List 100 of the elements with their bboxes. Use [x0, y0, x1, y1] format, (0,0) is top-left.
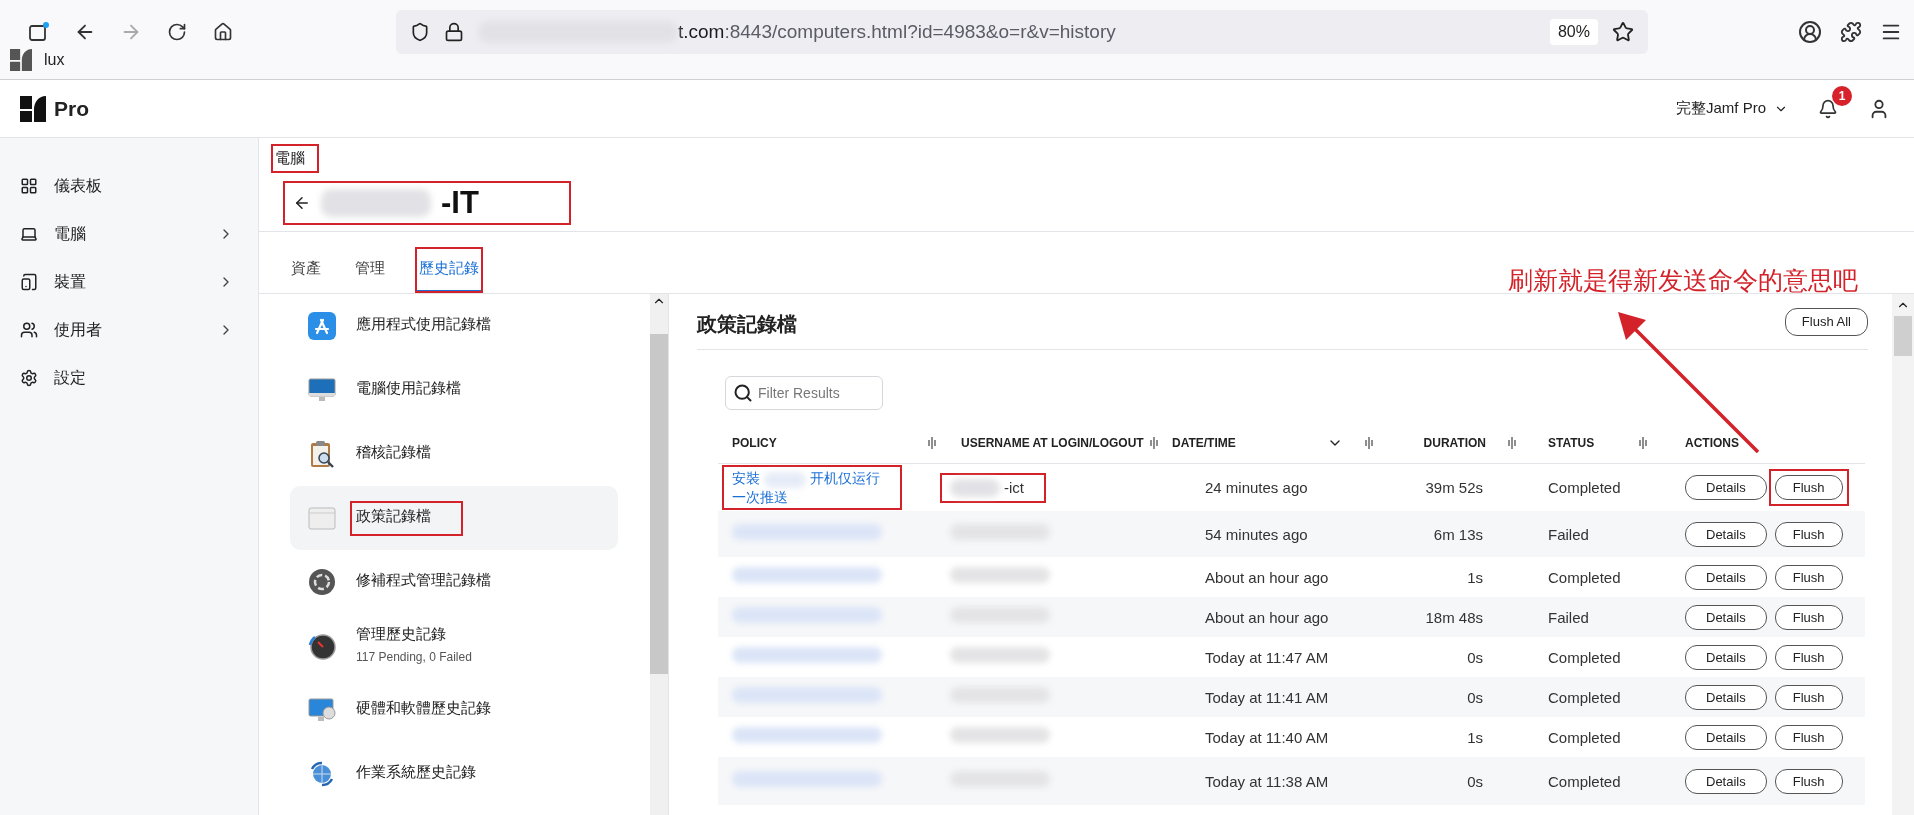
- status-cell-text: Completed: [1547, 728, 1622, 746]
- flush-button[interactable]: Flush: [1774, 564, 1843, 590]
- item-label: 修補程式管理記錄檔: [356, 570, 491, 590]
- flush-button[interactable]: Flush: [1774, 684, 1843, 710]
- column-header[interactable]: DURATION: [1423, 435, 1486, 450]
- history-list-item[interactable]: 應用程式使用記錄檔: [290, 294, 618, 358]
- bell-icon: [1818, 98, 1838, 119]
- url-host-text: t.com: [678, 20, 725, 43]
- window-icon: [308, 504, 336, 532]
- history-list-item[interactable]: 稽核記錄檔: [290, 422, 618, 486]
- flush-button[interactable]: Flush: [1774, 724, 1843, 750]
- column-resize-icon[interactable]: [1149, 436, 1158, 449]
- logo-icon: [20, 95, 46, 122]
- extensions-icon[interactable]: [1840, 20, 1862, 43]
- monitor-disc-icon: [308, 696, 336, 724]
- duration-cell-text: 0s: [1466, 648, 1484, 666]
- column-header[interactable]: USERNAME AT LOGIN/LOGOUT: [961, 435, 1144, 450]
- column-header[interactable]: ACTIONS: [1685, 435, 1739, 450]
- duration-cell-text: 39m 52s: [1424, 479, 1484, 496]
- history-list-item[interactable]: 修補程式管理記錄檔: [290, 550, 618, 614]
- duration-cell-text: 0s: [1466, 688, 1484, 706]
- computer-name-title: -IT: [441, 185, 479, 221]
- details-button[interactable]: Details: [1685, 521, 1767, 547]
- scrollbar[interactable]: [1892, 294, 1914, 815]
- history-list-item[interactable]: 電腦使用記錄檔: [290, 358, 618, 422]
- item-label: 電腦使用記錄檔: [356, 378, 461, 398]
- flush-button[interactable]: Flush: [1774, 644, 1843, 670]
- notification-count-badge: 1: [1832, 85, 1852, 106]
- tab[interactable]: 歷史記錄: [415, 247, 483, 293]
- instance-dropdown[interactable]: 完整Jamf Pro: [1676, 99, 1788, 118]
- details-button[interactable]: Details: [1685, 475, 1767, 500]
- date-cell-text: 24 minutes ago: [1204, 479, 1309, 496]
- item-label: 稽核記錄檔: [356, 442, 431, 462]
- breadcrumb-link[interactable]: 電腦: [271, 144, 319, 173]
- flush-button[interactable]: Flush: [1774, 521, 1843, 547]
- details-button[interactable]: Details: [1685, 644, 1767, 670]
- bookmark-link[interactable]: lux: [10, 49, 65, 71]
- flush-button[interactable]: Flush: [1774, 768, 1843, 794]
- details-button[interactable]: Details: [1685, 768, 1767, 794]
- flush-all-button[interactable]: Flush All: [1784, 307, 1868, 336]
- panel-title: 政策記錄檔: [697, 312, 797, 337]
- date-cell-text: 54 minutes ago: [1204, 525, 1309, 543]
- duration-cell-text: 1s: [1466, 728, 1484, 746]
- back-arrow-button[interactable]: [293, 194, 311, 212]
- status-cell-text: Completed: [1547, 688, 1622, 706]
- scrollbar-thumb[interactable]: [1894, 316, 1912, 356]
- duration-cell-text: 1s: [1466, 568, 1484, 586]
- column-header[interactable]: DATE/TIME: [1172, 435, 1236, 450]
- column-header[interactable]: STATUS: [1548, 435, 1595, 450]
- bookmark-star-icon[interactable]: [1612, 20, 1634, 43]
- status-cell-text: Failed: [1547, 608, 1590, 626]
- history-list-item[interactable]: 政策記錄檔: [290, 486, 618, 550]
- column-header[interactable]: POLICY: [732, 435, 777, 450]
- devices-icon: [20, 273, 38, 291]
- address-bar[interactable]: t.com:8443/computers.html?id=4983&o=r&v=history 80%: [396, 9, 1648, 54]
- duration-cell-text: 6m 13s: [1432, 525, 1484, 543]
- details-button[interactable]: Details: [1685, 684, 1767, 710]
- gear-circle-icon: [308, 568, 336, 596]
- flush-button[interactable]: Flush: [1774, 604, 1843, 630]
- sidebar-item[interactable]: 儀表板: [0, 162, 258, 210]
- flush-button[interactable]: Flush: [1774, 475, 1843, 500]
- item-subtitle: 117 Pending, 0 Failed: [356, 649, 472, 664]
- status-cell-text: Failed: [1547, 525, 1590, 543]
- tab[interactable]: 資產: [287, 247, 325, 293]
- sidebar-item[interactable]: 裝置: [0, 258, 258, 306]
- app-store-icon: [308, 312, 336, 340]
- column-resize-icon[interactable]: [1639, 436, 1647, 449]
- history-list-item[interactable]: 作業系統歷史記錄: [290, 742, 618, 806]
- history-list-item[interactable]: 管理歷史記錄 117 Pending, 0 Failed: [290, 614, 618, 678]
- duration-cell-text: 18m 48s: [1424, 608, 1484, 626]
- duration-cell-text: 0s: [1466, 772, 1484, 790]
- account-icon[interactable]: [1798, 19, 1822, 44]
- sidebar-item[interactable]: 使用者: [0, 306, 258, 354]
- shield-icon: [410, 21, 430, 42]
- column-resize-icon[interactable]: [928, 436, 936, 449]
- history-list-item[interactable]: 硬體和軟體歷史記錄: [290, 678, 618, 742]
- laptop-icon: [20, 225, 38, 243]
- details-button[interactable]: Details: [1685, 564, 1767, 590]
- column-resize-icon[interactable]: [1365, 436, 1373, 449]
- notifications-button[interactable]: [1818, 98, 1838, 119]
- item-label: 管理歷史記錄: [356, 624, 447, 644]
- scrollbar-thumb[interactable]: [650, 334, 668, 674]
- status-cell-text: Completed: [1547, 648, 1622, 666]
- details-button[interactable]: Details: [1685, 604, 1767, 630]
- settings-icon: [20, 369, 38, 387]
- zoom-level-badge[interactable]: 80%: [1549, 18, 1598, 45]
- item-label: 硬體和軟體歷史記錄: [356, 698, 491, 718]
- status-cell-text: Completed: [1547, 479, 1622, 496]
- tab[interactable]: 管理: [351, 247, 389, 293]
- item-label: 應用程式使用記錄檔: [356, 314, 491, 334]
- scrollbar[interactable]: [650, 294, 668, 815]
- details-button[interactable]: Details: [1685, 724, 1767, 750]
- column-resize-icon[interactable]: [1508, 436, 1516, 449]
- filter-field[interactable]: Filter Results: [725, 376, 883, 410]
- date-cell-text: Today at 11:41 AM: [1204, 688, 1330, 706]
- sidebar-item[interactable]: 設定: [0, 354, 258, 402]
- logo-text: Pro: [54, 96, 89, 121]
- users-icon: [20, 321, 38, 339]
- sidebar-item[interactable]: 電腦: [0, 210, 258, 258]
- date-cell-text: Today at 11:47 AM: [1204, 648, 1330, 666]
